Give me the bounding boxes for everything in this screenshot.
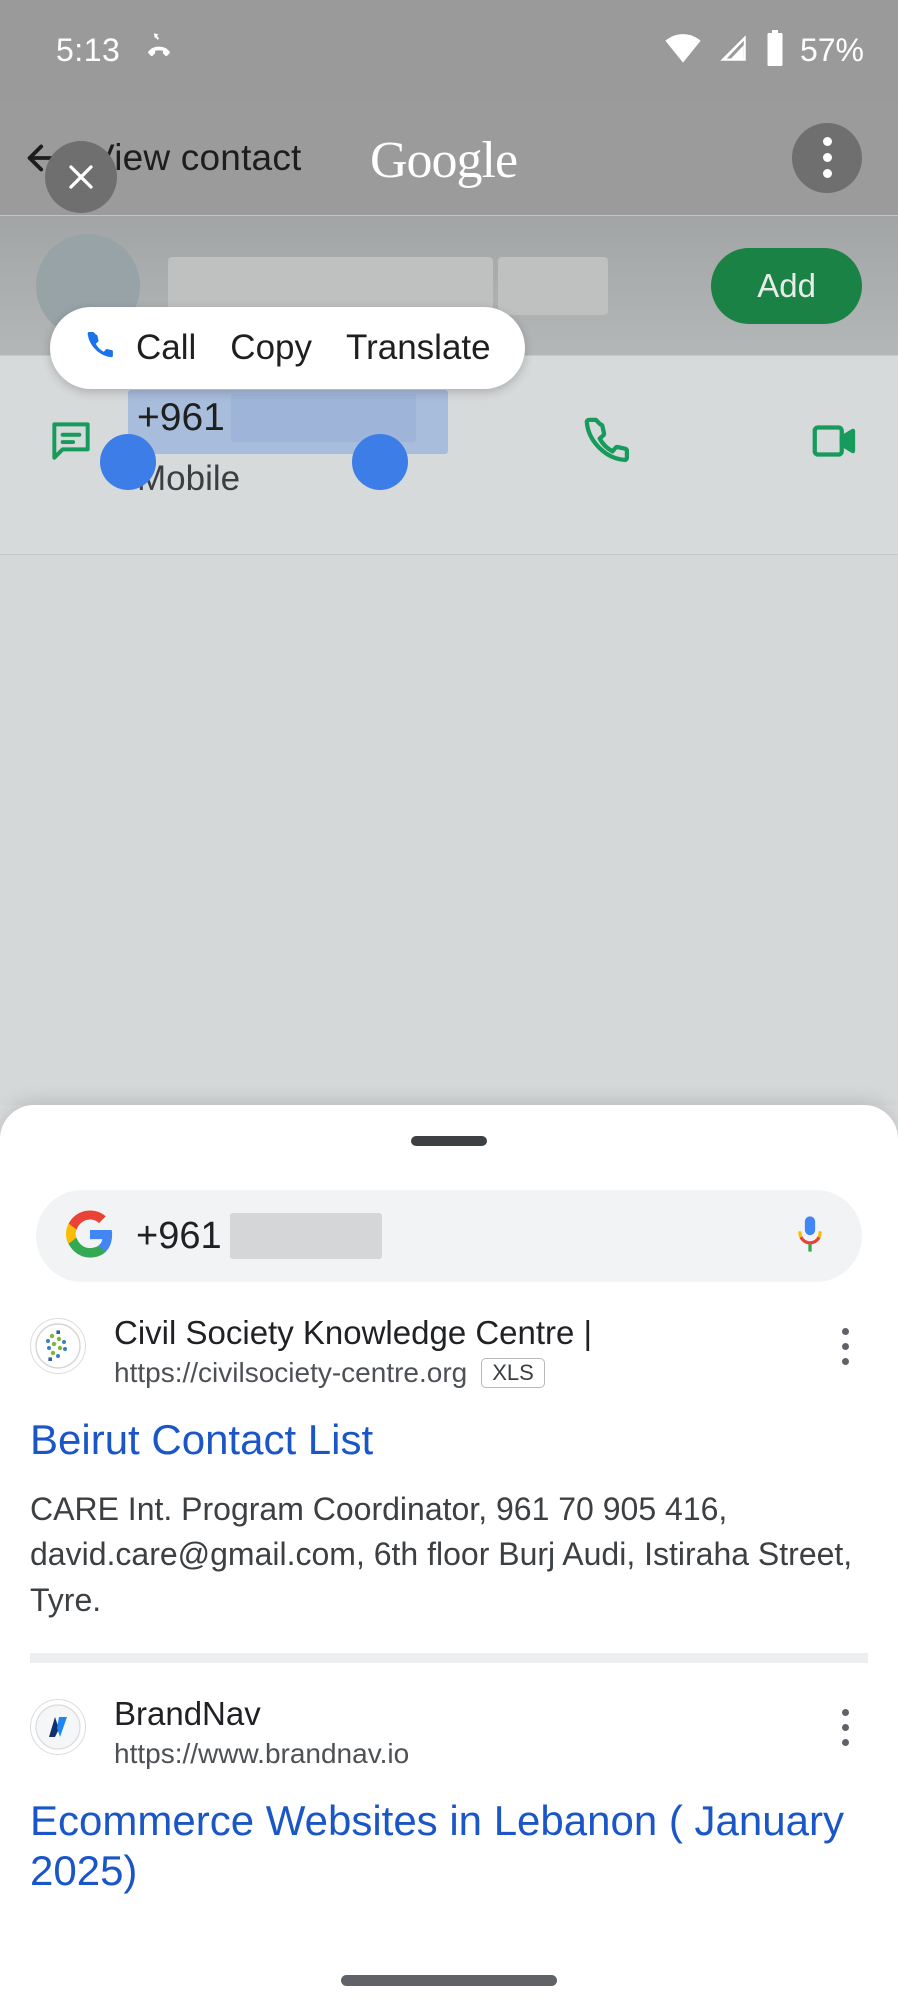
result-divider — [30, 1653, 868, 1664]
more-vertical-icon-dot — [822, 169, 832, 178]
result-title-link[interactable]: Beirut Contact List — [30, 1415, 868, 1465]
result-site-name: Civil Society Knowledge Centre | — [114, 1314, 593, 1351]
status-bar: 5:13 57% — [0, 0, 898, 100]
home-gesture-pill[interactable] — [341, 1975, 557, 1986]
result-header: Civil Society Knowledge Centre | https:/… — [30, 1312, 868, 1389]
search-result-item[interactable]: Civil Society Knowledge Centre | https:/… — [0, 1282, 898, 1664]
close-icon[interactable] — [45, 141, 117, 213]
page-title: View contact — [90, 136, 302, 178]
text-selection-action-popup: Call Copy Translate — [50, 307, 525, 389]
google-search-bottom-sheet: +961 Civil Society Knowledge Centre | ht… — [0, 1105, 898, 2000]
more-vertical-icon-dot — [841, 1709, 849, 1717]
selection-handle-end[interactable] — [352, 434, 408, 490]
microphone-icon[interactable] — [788, 1212, 832, 1261]
selection-action-call-label: Call — [136, 328, 197, 367]
result-url-line: https://www.brandnav.io — [114, 1738, 822, 1770]
google-g-icon — [66, 1210, 114, 1263]
result-title-link[interactable]: Ecommerce Websites in Lebanon ( January … — [30, 1796, 868, 1895]
selection-action-call[interactable]: Call — [84, 327, 196, 370]
search-result-item[interactable]: BrandNav https://www.brandnav.io Ecommer… — [0, 1663, 898, 1895]
result-overflow-button[interactable] — [822, 1312, 868, 1365]
add-contact-button[interactable]: Add — [711, 247, 862, 324]
more-vertical-icon-dot — [841, 1358, 849, 1365]
search-query-prefix: +961 — [136, 1214, 222, 1257]
battery-icon — [764, 29, 786, 71]
battery-percent: 57% — [799, 31, 864, 68]
result-filetype-badge: XLS — [481, 1358, 545, 1389]
toolbar-overflow-button[interactable] — [792, 122, 862, 193]
search-query[interactable]: +961 — [136, 1213, 788, 1259]
more-vertical-icon-dot — [841, 1739, 849, 1747]
result-snippet: CARE Int. Program Coordinator, 961 70 90… — [30, 1490, 853, 1618]
contacts-body-empty-area — [0, 555, 898, 1105]
status-bar-clock: 5:13 — [56, 31, 121, 68]
search-input[interactable]: +961 — [36, 1190, 862, 1282]
result-overflow-button[interactable] — [822, 1693, 868, 1747]
more-vertical-icon-dot — [841, 1724, 849, 1732]
redaction-block — [168, 256, 493, 315]
selection-handle-start[interactable] — [100, 434, 156, 490]
more-vertical-icon-dot — [822, 137, 832, 146]
more-vertical-icon-dot — [822, 153, 832, 162]
status-bar-right: 57% — [664, 29, 864, 71]
result-url-line: https://civilsociety-centre.org XLS — [114, 1357, 822, 1389]
wifi-icon — [664, 31, 702, 70]
redaction-block — [498, 256, 608, 315]
sheet-drag-handle[interactable] — [411, 1136, 487, 1146]
selection-action-translate[interactable]: Translate — [346, 328, 491, 368]
result-url: https://www.brandnav.io — [114, 1738, 410, 1770]
phone-blue-icon — [84, 327, 118, 370]
video-call-icon[interactable] — [808, 414, 862, 473]
civilsociety-favicon — [30, 1318, 86, 1374]
selection-action-copy[interactable]: Copy — [230, 328, 312, 368]
result-site-meta: Civil Society Knowledge Centre | https:/… — [114, 1312, 822, 1389]
missed-call-icon — [142, 31, 176, 70]
message-icon[interactable] — [46, 416, 96, 471]
google-wordmark: Google — [370, 132, 518, 189]
cell-signal-icon — [716, 31, 750, 70]
result-site-meta: BrandNav https://www.brandnav.io — [114, 1693, 822, 1770]
result-url: https://civilsociety-centre.org — [114, 1357, 468, 1389]
status-bar-left: 5:13 — [56, 31, 176, 70]
search-query-redacted — [229, 1213, 382, 1259]
phone-number-prefix: +961 — [137, 396, 225, 439]
contact-name-redacted — [168, 256, 711, 315]
more-vertical-icon-dot — [841, 1328, 849, 1335]
brandnav-favicon — [30, 1699, 86, 1756]
phone-call-icon[interactable] — [581, 412, 635, 471]
more-vertical-icon-dot — [841, 1343, 849, 1350]
result-site-name: BrandNav — [114, 1695, 261, 1733]
result-header: BrandNav https://www.brandnav.io — [30, 1693, 868, 1770]
